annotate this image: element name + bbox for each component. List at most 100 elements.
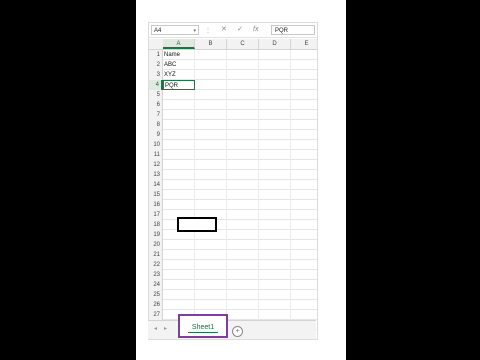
cell-c5[interactable] [227, 90, 259, 100]
cell-a10[interactable] [163, 140, 195, 150]
formula-input[interactable]: PQR [271, 25, 315, 35]
cell-a14[interactable] [163, 180, 195, 190]
cell-c26[interactable] [227, 300, 259, 310]
cell-b3[interactable] [195, 70, 227, 80]
cell-c16[interactable] [227, 200, 259, 210]
cell-c27[interactable] [227, 310, 259, 320]
row-header-25[interactable]: 25 [149, 290, 163, 300]
cell-a22[interactable] [163, 260, 195, 270]
row-header-12[interactable]: 12 [149, 160, 163, 170]
cell-e13[interactable] [291, 170, 317, 180]
cell-e4[interactable] [291, 80, 317, 90]
cell-e26[interactable] [291, 300, 317, 310]
cell-b13[interactable] [195, 170, 227, 180]
row-header-1[interactable]: 1 [149, 50, 163, 60]
cell-a23[interactable] [163, 270, 195, 280]
cell-b23[interactable] [195, 270, 227, 280]
name-box[interactable]: A4 ▾ [151, 25, 199, 35]
fx-icon[interactable]: fx [253, 24, 258, 36]
cell-e27[interactable] [291, 310, 317, 320]
cell-e21[interactable] [291, 250, 317, 260]
chevron-down-icon[interactable]: ▾ [193, 26, 196, 36]
row-header-14[interactable]: 14 [149, 180, 163, 190]
cell-b16[interactable] [195, 200, 227, 210]
cell-b14[interactable] [195, 180, 227, 190]
cell-c24[interactable] [227, 280, 259, 290]
cell-a11[interactable] [163, 150, 195, 160]
cell-a16[interactable] [163, 200, 195, 210]
cell-e8[interactable] [291, 120, 317, 130]
cell-d7[interactable] [259, 110, 291, 120]
cell-e9[interactable] [291, 130, 317, 140]
cell-b24[interactable] [195, 280, 227, 290]
cell-d8[interactable] [259, 120, 291, 130]
cell-a13[interactable] [163, 170, 195, 180]
row-header-27[interactable]: 27 [149, 310, 163, 320]
add-sheet-icon[interactable]: + [232, 326, 243, 337]
cell-e19[interactable] [291, 230, 317, 240]
row-header-5[interactable]: 5 [149, 90, 163, 100]
cell-a24[interactable] [163, 280, 195, 290]
cell-e14[interactable] [291, 180, 317, 190]
cell-d16[interactable] [259, 200, 291, 210]
cell-c12[interactable] [227, 160, 259, 170]
column-header-a[interactable]: A [163, 39, 195, 49]
cell-d17[interactable] [259, 210, 291, 220]
cell-c25[interactable] [227, 290, 259, 300]
cell-e5[interactable] [291, 90, 317, 100]
cell-c3[interactable] [227, 70, 259, 80]
tab-next-icon[interactable]: ▸ [164, 325, 167, 332]
cell-b8[interactable] [195, 120, 227, 130]
row-header-6[interactable]: 6 [149, 100, 163, 110]
tab-prev-icon[interactable]: ◂ [154, 325, 157, 332]
row-header-8[interactable]: 8 [149, 120, 163, 130]
cell-b9[interactable] [195, 130, 227, 140]
row-header-17[interactable]: 17 [149, 210, 163, 220]
cell-c22[interactable] [227, 260, 259, 270]
cell-c8[interactable] [227, 120, 259, 130]
cell-e25[interactable] [291, 290, 317, 300]
cell-e15[interactable] [291, 190, 317, 200]
cell-a5[interactable] [163, 90, 195, 100]
column-header-c[interactable]: C [227, 39, 259, 49]
cell-d21[interactable] [259, 250, 291, 260]
cell-d6[interactable] [259, 100, 291, 110]
cell-c18[interactable] [227, 220, 259, 230]
cell-d2[interactable] [259, 60, 291, 70]
column-header-d[interactable]: D [259, 39, 291, 49]
cell-c14[interactable] [227, 180, 259, 190]
row-header-20[interactable]: 20 [149, 240, 163, 250]
cell-a9[interactable] [163, 130, 195, 140]
cell-c7[interactable] [227, 110, 259, 120]
cell-d22[interactable] [259, 260, 291, 270]
row-header-18[interactable]: 18 [149, 220, 163, 230]
cell-e23[interactable] [291, 270, 317, 280]
cell-c11[interactable] [227, 150, 259, 160]
cell-b12[interactable] [195, 160, 227, 170]
column-header-e[interactable]: E [291, 39, 317, 49]
cell-b5[interactable] [195, 90, 227, 100]
cell-c23[interactable] [227, 270, 259, 280]
cell-b26[interactable] [195, 300, 227, 310]
cell-a8[interactable] [163, 120, 195, 130]
cell-d15[interactable] [259, 190, 291, 200]
cell-d3[interactable] [259, 70, 291, 80]
cell-d12[interactable] [259, 160, 291, 170]
cell-a6[interactable] [163, 100, 195, 110]
cell-e6[interactable] [291, 100, 317, 110]
row-header-24[interactable]: 24 [149, 280, 163, 290]
cell-c9[interactable] [227, 130, 259, 140]
cell-b2[interactable] [195, 60, 227, 70]
row-header-10[interactable]: 10 [149, 140, 163, 150]
cell-b7[interactable] [195, 110, 227, 120]
cell-b20[interactable] [195, 240, 227, 250]
row-header-9[interactable]: 9 [149, 130, 163, 140]
cell-d5[interactable] [259, 90, 291, 100]
cell-a12[interactable] [163, 160, 195, 170]
cell-e24[interactable] [291, 280, 317, 290]
row-header-4[interactable]: 4 [149, 80, 163, 90]
cell-d26[interactable] [259, 300, 291, 310]
cell-e10[interactable] [291, 140, 317, 150]
cell-d9[interactable] [259, 130, 291, 140]
cell-b6[interactable] [195, 100, 227, 110]
